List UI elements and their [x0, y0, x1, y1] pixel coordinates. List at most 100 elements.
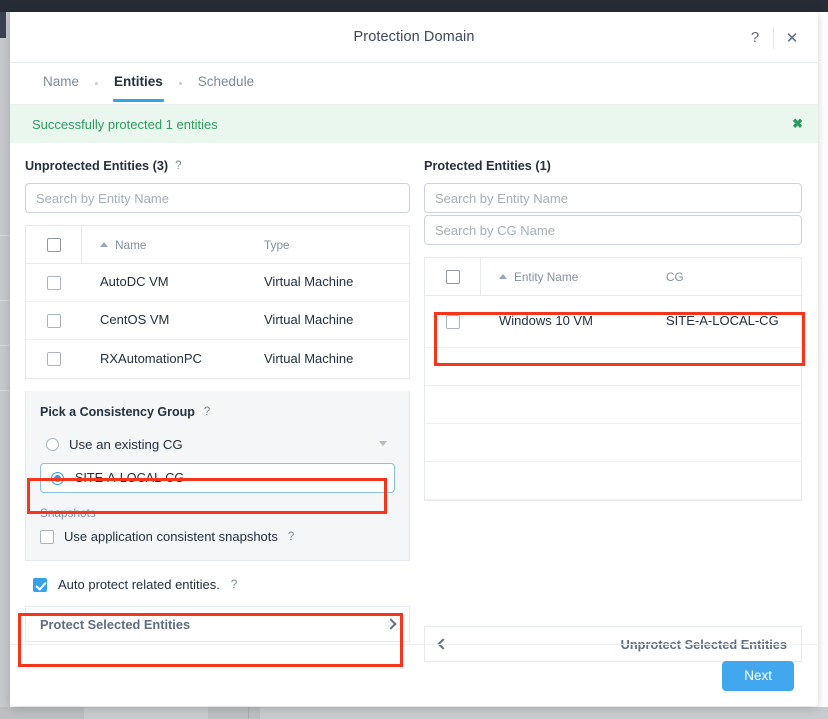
select-all-checkbox[interactable]	[445, 269, 460, 284]
use-existing-cg-option[interactable]: Use an existing CG	[40, 433, 395, 455]
cell-entity-name: RXAutomationPC	[100, 350, 202, 366]
snapshots-section-label: Snapshots	[40, 506, 96, 520]
consistency-group-help-icon[interactable]: ?	[204, 406, 210, 418]
protection-domain-modal: Protection Domain ? ✕ Name Entities Sche…	[10, 12, 818, 706]
select-all-checkbox[interactable]	[46, 237, 61, 252]
empty-table-row	[425, 386, 801, 424]
modal-header: Protection Domain ? ✕	[10, 12, 818, 63]
cell-entity-type: Virtual Machine	[264, 312, 354, 328]
modal-body: Unprotected Entities (3) ? Name	[10, 143, 818, 662]
success-banner-text: Successfully protected 1 entities	[32, 116, 218, 132]
wizard-tabs: Name Entities Schedule	[10, 63, 818, 105]
column-header-type-label: Type	[264, 237, 290, 252]
consistency-group-label: Pick a Consistency Group	[40, 405, 195, 419]
background-left-accent	[0, 12, 6, 38]
use-existing-cg-label: Use an existing CG	[69, 436, 183, 452]
table-row[interactable]: AutoDC VM Virtual Machine	[26, 264, 409, 302]
protect-selected-entities-button[interactable]: Protect Selected Entities	[25, 606, 410, 642]
auto-protect-label: Auto protect related entities.	[58, 577, 220, 592]
selected-cg-radio[interactable]	[51, 471, 64, 485]
app-consistent-snapshots-row[interactable]: Use application consistent snapshots ?	[40, 529, 395, 544]
header-actions: ? ✕	[737, 12, 810, 63]
empty-table-row	[425, 462, 801, 500]
row-checkbox[interactable]	[47, 352, 61, 366]
table-header-row: Entity Name CG	[425, 258, 801, 296]
background-left-divider	[0, 345, 10, 346]
auto-protect-row[interactable]: Auto protect related entities. ?	[25, 577, 410, 592]
background-app-topbar	[0, 0, 828, 12]
cell-entity-name: AutoDC VM	[100, 274, 169, 290]
tab-separator-dot	[178, 82, 182, 85]
row-checkbox-cell[interactable]	[26, 264, 82, 301]
unprotected-entities-label: Unprotected Entities (3)	[25, 159, 169, 173]
table-header-row: Name Type	[26, 226, 409, 264]
selected-cg-option[interactable]: SITE-A-LOCAL-CG	[40, 463, 395, 493]
protected-entities-title: Protected Entities (1)	[424, 159, 802, 173]
column-header-name-label: Name	[115, 237, 147, 252]
row-checkbox-cell[interactable]	[26, 302, 82, 339]
background-bottom-strip	[0, 707, 828, 719]
close-icon[interactable]: ✕	[774, 12, 810, 63]
next-button[interactable]: Next	[722, 660, 794, 691]
protected-entities-table: Entity Name CG Windows 10 VM SITE-A-LOCA…	[424, 257, 802, 501]
consistency-group-title: Pick a Consistency Group ?	[40, 405, 395, 419]
cell-cg-name: SITE-A-LOCAL-CG	[666, 313, 779, 329]
table-row[interactable]: CentOS VM Virtual Machine	[26, 302, 409, 340]
background-bottom-segment	[0, 707, 84, 719]
unprotected-entities-title: Unprotected Entities (3) ?	[25, 159, 410, 173]
app-consistent-snapshots-label: Use application consistent snapshots	[64, 529, 278, 544]
search-input-protected-entity[interactable]	[424, 183, 802, 213]
protect-selected-entities-label: Protect Selected Entities	[40, 616, 191, 632]
tab-name[interactable]: Name	[32, 63, 90, 101]
column-header-cg-label: CG	[666, 269, 684, 284]
table-row[interactable]: Windows 10 VM SITE-A-LOCAL-CG	[425, 296, 801, 348]
column-header-entity-name[interactable]: Entity Name	[481, 270, 666, 284]
row-checkbox[interactable]	[47, 275, 61, 290]
search-input-unprotected-entity[interactable]	[25, 183, 410, 213]
search-input-protected-cg[interactable]	[424, 215, 802, 245]
background-left-divider	[0, 235, 10, 236]
cell-entity-name: Windows 10 VM	[499, 313, 593, 329]
row-checkbox-cell[interactable]	[425, 296, 481, 347]
selected-cg-label: SITE-A-LOCAL-CG	[75, 471, 185, 485]
column-header-entity-name-label: Entity Name	[514, 269, 579, 284]
column-header-type[interactable]: Type	[264, 238, 409, 252]
protected-entities-panel: Protected Entities (1) Entity Name	[424, 159, 802, 662]
tab-separator-dot	[95, 82, 99, 85]
empty-table-row	[425, 424, 801, 462]
unprotected-entities-panel: Unprotected Entities (3) ? Name	[25, 159, 410, 662]
auto-protect-help-icon[interactable]: ?	[231, 579, 237, 591]
banner-close-icon[interactable]: ✖	[792, 116, 803, 132]
row-checkbox-cell[interactable]	[26, 340, 82, 378]
background-left-strip	[0, 12, 10, 707]
row-checkbox[interactable]	[47, 313, 61, 328]
select-all-cell[interactable]	[26, 226, 82, 263]
protected-entities-label: Protected Entities (1)	[424, 159, 551, 173]
modal-footer: Next	[10, 644, 818, 706]
unprotected-help-icon[interactable]: ?	[175, 160, 181, 172]
app-consistent-snapshots-help-icon[interactable]: ?	[288, 531, 294, 543]
success-banner: Successfully protected 1 entities ✖	[10, 105, 818, 143]
page-title: Protection Domain	[353, 29, 475, 45]
select-all-cell[interactable]	[425, 258, 481, 295]
app-consistent-snapshots-checkbox[interactable]	[40, 529, 54, 544]
column-header-name[interactable]: Name	[82, 238, 264, 252]
background-left-divider	[0, 300, 10, 301]
chevron-down-icon[interactable]	[379, 441, 387, 446]
column-header-cg[interactable]: CG	[666, 270, 801, 284]
help-icon[interactable]: ?	[737, 12, 773, 63]
empty-table-row	[425, 348, 801, 386]
use-existing-cg-radio[interactable]	[46, 437, 59, 451]
unprotected-entities-table: Name Type AutoDC VM Virtual Machine Cent…	[25, 225, 410, 379]
row-checkbox[interactable]	[446, 314, 460, 329]
auto-protect-checkbox[interactable]	[33, 577, 47, 592]
cell-entity-type: Virtual Machine	[264, 274, 354, 290]
background-bottom-divider	[248, 707, 249, 719]
tab-schedule[interactable]: Schedule	[187, 63, 265, 101]
table-row[interactable]: RXAutomationPC Virtual Machine	[26, 340, 409, 378]
background-bottom-segment	[208, 707, 260, 719]
consistency-group-card: Pick a Consistency Group ? Use an existi…	[25, 391, 410, 561]
chevron-right-icon	[385, 618, 397, 630]
tab-entities[interactable]: Entities	[103, 63, 174, 102]
sort-ascending-icon	[499, 274, 507, 279]
